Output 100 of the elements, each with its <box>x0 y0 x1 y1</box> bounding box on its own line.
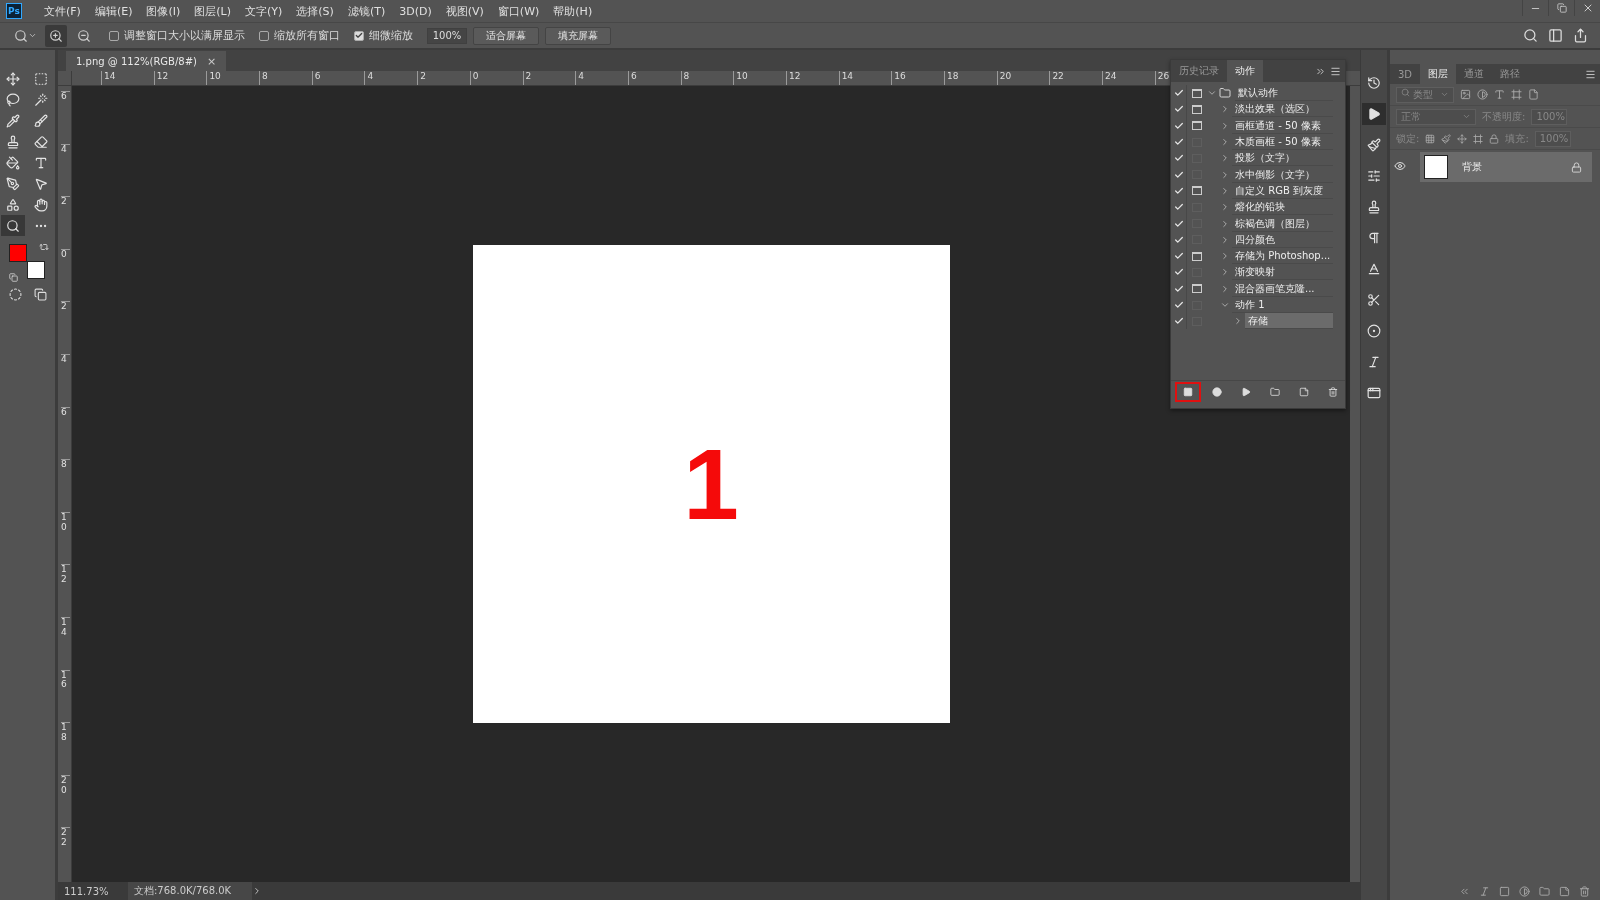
disclosure-caret-icon[interactable] <box>1220 104 1230 115</box>
check-icon <box>1173 137 1184 148</box>
zoom-field[interactable]: 100% <box>427 27 467 44</box>
action-item[interactable]: 淡出效果（选区） <box>1232 101 1333 118</box>
ruler-label: 10 <box>733 71 786 85</box>
menu-icon[interactable] <box>1330 65 1341 77</box>
panel-tab[interactable]: 路径 <box>1492 64 1529 84</box>
menu-item[interactable]: 选择(S) <box>290 3 340 19</box>
layer-style-icon[interactable] <box>1479 885 1490 897</box>
menu-item[interactable]: 帮助(H) <box>547 3 599 19</box>
quick-mask-icon[interactable] <box>8 288 22 301</box>
checkbox[interactable] <box>109 30 119 41</box>
stop-button[interactable] <box>1175 381 1201 402</box>
menu-item[interactable]: 视图(V) <box>439 3 490 19</box>
action-item[interactable]: 棕褐色调（图层） <box>1232 215 1333 232</box>
action-item[interactable]: 渐变映射 <box>1232 264 1333 281</box>
adjustment-filter-icon[interactable] <box>1477 89 1488 100</box>
checkbox[interactable] <box>354 30 364 41</box>
checkbox-label: 调整窗口大小以满屏显示 <box>124 28 245 43</box>
chevron-icon[interactable] <box>252 886 262 896</box>
lock-artboard-icon[interactable] <box>1473 133 1484 144</box>
checkbox[interactable] <box>259 30 269 41</box>
lock-paint-icon[interactable] <box>1441 133 1452 144</box>
actions-panel-icon <box>1367 107 1381 121</box>
shape-filter-icon[interactable] <box>1511 89 1522 100</box>
ruler-label: 22 <box>1049 71 1103 85</box>
zoom-fit-button[interactable]: 适合屏幕 <box>473 26 539 45</box>
panel-tab[interactable]: 通道 <box>1456 64 1493 84</box>
lock-all-icon[interactable] <box>1489 133 1500 144</box>
eraser-icon <box>33 134 48 149</box>
ruler-label: 4 <box>575 71 628 85</box>
lock-pixels-icon[interactable] <box>1425 133 1436 144</box>
ruler-label: 14 <box>61 616 70 670</box>
disclosure-caret-icon[interactable] <box>1220 185 1230 196</box>
action-item[interactable]: 熔化的铅块 <box>1232 199 1333 216</box>
ring-panel-icon <box>1367 324 1381 338</box>
disclosure-caret-icon[interactable] <box>1220 169 1230 180</box>
ruler-label: 6 <box>61 91 70 144</box>
zoom-fit-button[interactable]: 填充屏幕 <box>545 26 611 45</box>
actions-panel-button[interactable] <box>1362 103 1386 125</box>
disclosure-caret-icon[interactable] <box>1220 153 1230 164</box>
disclosure-caret-icon[interactable] <box>1220 218 1230 229</box>
smart-object-filter-icon[interactable] <box>1528 89 1539 100</box>
action-item[interactable]: 自定义 RGB 到灰度 <box>1232 182 1333 199</box>
screen-mode-icon[interactable] <box>33 288 47 301</box>
disclosure-caret-icon[interactable] <box>1220 137 1230 148</box>
panel-tab[interactable]: 图层 <box>1420 64 1457 84</box>
default-colors-icon[interactable] <box>8 273 18 282</box>
action-item[interactable]: 水中倒影（文字） <box>1232 166 1333 183</box>
disclosure-caret-icon[interactable] <box>1220 300 1230 310</box>
document-tab[interactable]: 1.png @ 112%(RGB/8#) × <box>66 51 227 71</box>
search-icon[interactable] <box>1523 28 1538 43</box>
action-item[interactable]: 画框通道 - 50 像素 <box>1232 117 1333 134</box>
action-item[interactable]: 四分颜色 <box>1232 231 1333 248</box>
menu-item[interactable]: 3D(D) <box>393 4 438 18</box>
delete-icon[interactable] <box>1579 885 1590 897</box>
zoom-tool[interactable] <box>0 215 25 236</box>
menu-item[interactable]: 图层(L) <box>188 3 237 19</box>
mask-icon[interactable] <box>1499 885 1510 897</box>
lock-position-icon[interactable] <box>1457 133 1468 144</box>
magic-wand-icon <box>33 92 48 107</box>
action-item[interactable]: 存储为 Photoshop... <box>1232 248 1333 265</box>
close-tab-button[interactable]: × <box>207 54 217 68</box>
ruler-label: 20 <box>61 774 70 828</box>
menu-item[interactable]: 文件(F) <box>38 3 87 19</box>
foreground-color-swatch[interactable] <box>8 244 27 262</box>
action-item[interactable]: 默认动作 <box>1235 85 1333 102</box>
background-color-swatch[interactable] <box>26 261 45 279</box>
visibility-eye-icon[interactable] <box>1394 160 1406 172</box>
action-item[interactable]: 存储 <box>1245 313 1333 330</box>
action-item[interactable]: 投影（文字） <box>1232 150 1333 167</box>
image-filter-icon[interactable] <box>1460 89 1471 100</box>
disclosure-caret-icon[interactable] <box>1220 283 1230 294</box>
menu-item[interactable]: 窗口(W) <box>491 3 546 19</box>
menu-icon[interactable] <box>1585 68 1596 80</box>
disclosure-caret-icon[interactable] <box>1220 234 1230 245</box>
action-item[interactable]: 木质画框 - 50 像素 <box>1232 134 1333 151</box>
swap-colors-icon[interactable] <box>38 242 49 252</box>
menu-item[interactable]: 编辑(E) <box>88 3 139 19</box>
search-icon <box>14 28 28 43</box>
adjustment-layer-icon[interactable] <box>1519 885 1530 897</box>
share-icon[interactable] <box>1573 28 1588 43</box>
panel-tab[interactable]: 动作 <box>1227 60 1263 82</box>
menu-item[interactable]: 图像(I) <box>140 3 187 19</box>
disclosure-caret-icon[interactable] <box>1220 202 1230 213</box>
disclosure-caret-icon[interactable] <box>1233 316 1243 327</box>
new-layer-icon[interactable] <box>1559 885 1570 897</box>
ruler-label: 24 <box>1102 71 1155 85</box>
type-filter-icon[interactable] <box>1494 89 1505 100</box>
disclosure-caret-icon[interactable] <box>1220 251 1230 262</box>
zoom-in-button[interactable] <box>45 24 67 47</box>
workspace-icon[interactable] <box>1548 28 1563 43</box>
disclosure-caret-icon[interactable] <box>1220 267 1230 278</box>
menu-item[interactable]: 文字(Y) <box>239 3 289 19</box>
document-text: 1 <box>683 426 739 542</box>
panel-tab[interactable]: 3D <box>1390 64 1421 84</box>
menu-item[interactable]: 滤镜(T) <box>341 3 392 19</box>
history-panel-icon <box>1367 76 1381 90</box>
action-item[interactable]: 混合器画笔克隆... <box>1232 280 1333 297</box>
disclosure-caret-icon[interactable] <box>1220 120 1230 131</box>
